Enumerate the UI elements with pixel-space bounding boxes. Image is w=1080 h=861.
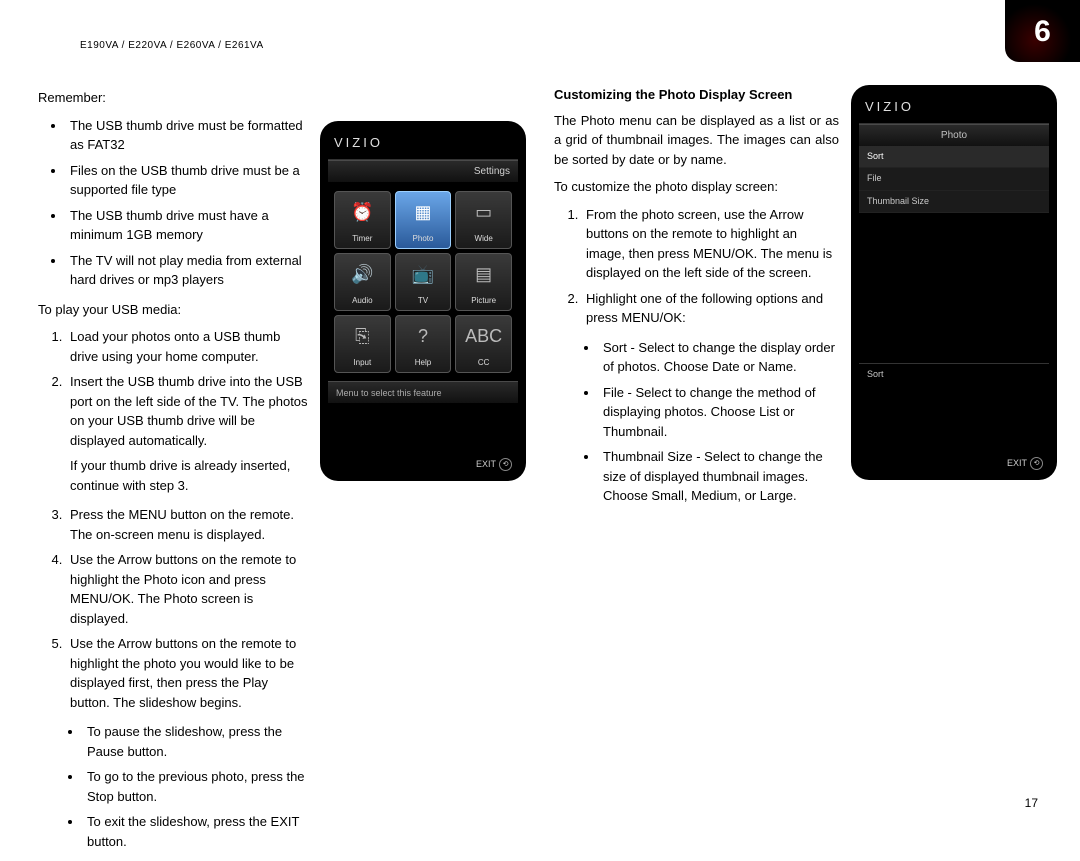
tip: To pause the slideshow, press the Pause … — [83, 722, 308, 761]
menu-footer: Sort — [859, 363, 1049, 386]
remember-item: The USB thumb drive must be formatted as… — [66, 116, 308, 155]
option: Sort - Select to change the display orde… — [599, 338, 839, 377]
tile-tv: 📺TV — [395, 253, 452, 311]
menu-row-sort: Sort — [859, 146, 1049, 169]
hint-bar: Menu to select this feature — [328, 381, 518, 403]
tile-photo: ▦Photo — [395, 191, 452, 249]
step: Load your photos onto a USB thumb drive … — [66, 327, 308, 366]
exit-icon: ⟲ — [499, 458, 512, 471]
page-number: 17 — [1025, 794, 1038, 812]
section-intro: The Photo menu can be displayed as a lis… — [554, 111, 839, 170]
options-list: Sort - Select to change the display orde… — [554, 338, 839, 506]
exit-label: EXIT⟲ — [476, 458, 512, 472]
tile-wide: ▭Wide — [455, 191, 512, 249]
picture-icon: ▤ — [475, 254, 492, 295]
tile-label: CC — [478, 357, 490, 369]
option: File - Select to change the method of di… — [599, 383, 839, 442]
tile-label: Wide — [475, 233, 493, 245]
photo-menu-mockup: VIZIO Photo Sort File Thumbnail Size Sor… — [851, 85, 1057, 480]
remember-list: The USB thumb drive must be formatted as… — [38, 116, 308, 290]
section-title: Customizing the Photo Display Screen — [554, 85, 839, 105]
step: Press the MENU button on the remote. The… — [66, 505, 308, 544]
remember-item: The TV will not play media from external… — [66, 251, 308, 290]
cc-icon: ABC — [465, 316, 502, 357]
help-icon: ? — [418, 316, 428, 357]
tile-cc: ABCCC — [455, 315, 512, 373]
exit-label: EXIT⟲ — [1007, 457, 1043, 471]
step: Use the Arrow buttons on the remote to h… — [66, 634, 308, 712]
header-model: E190VA / E220VA / E260VA / E261VA — [80, 38, 264, 53]
tile-label: Help — [415, 357, 431, 369]
photo-icon: ▦ — [414, 192, 431, 233]
tile-label: Timer — [352, 233, 372, 245]
input-icon: ⎘ — [355, 316, 369, 357]
exit-icon: ⟲ — [1030, 457, 1043, 470]
tip: To exit the slideshow, press the EXIT bu… — [83, 812, 308, 851]
tile-picture: ▤Picture — [455, 253, 512, 311]
settings-screen-mockup: VIZIO Settings ⏰Timer▦Photo▭Wide🔊Audio📺T… — [320, 121, 526, 481]
menu-row-file: File — [859, 168, 1049, 191]
slideshow-tips: To pause the slideshow, press the Pause … — [38, 722, 308, 851]
remember-item: Files on the USB thumb drive must be a s… — [66, 161, 308, 200]
option: Thumbnail Size - Select to change the si… — [599, 447, 839, 506]
tile-label: TV — [418, 295, 428, 307]
photo-menu-list: Sort File Thumbnail Size — [859, 146, 1049, 214]
tile-label: Photo — [413, 233, 434, 245]
step: Insert the USB thumb drive into the USB … — [66, 372, 308, 495]
tv-icon: 📺 — [412, 254, 434, 295]
tile-input: ⎘Input — [334, 315, 391, 373]
tile-label: Input — [353, 357, 371, 369]
step: Use the Arrow buttons on the remote to h… — [66, 550, 308, 628]
remember-label: Remember: — [38, 88, 308, 108]
device-title: Photo — [859, 124, 1049, 146]
audio-icon: 🔊 — [351, 254, 373, 295]
step-extra: If your thumb drive is already inserted,… — [70, 456, 308, 495]
settings-grid: ⏰Timer▦Photo▭Wide🔊Audio📺TV▤Picture⎘Input… — [328, 183, 518, 381]
step: Highlight one of the following options a… — [582, 289, 839, 328]
chapter-tab: 6 — [1005, 0, 1080, 62]
device-brand: VIZIO — [328, 131, 518, 160]
tile-label: Picture — [471, 295, 496, 307]
customize-intro: To customize the photo display screen: — [554, 177, 839, 197]
customize-steps: From the photo screen, use the Arrow but… — [554, 205, 839, 328]
device-brand: VIZIO — [859, 95, 1049, 124]
step: From the photo screen, use the Arrow but… — [582, 205, 839, 283]
play-steps: Load your photos onto a USB thumb drive … — [38, 327, 308, 712]
device-title: Settings — [328, 160, 518, 183]
tile-label: Audio — [352, 295, 372, 307]
tile-help: ?Help — [395, 315, 452, 373]
play-intro: To play your USB media: — [38, 300, 308, 320]
remember-item: The USB thumb drive must have a minimum … — [66, 206, 308, 245]
wide-icon: ▭ — [475, 192, 492, 233]
timer-icon: ⏰ — [351, 192, 373, 233]
tile-timer: ⏰Timer — [334, 191, 391, 249]
menu-row-thumbnail-size: Thumbnail Size — [859, 191, 1049, 214]
tip: To go to the previous photo, press the S… — [83, 767, 308, 806]
tile-audio: 🔊Audio — [334, 253, 391, 311]
